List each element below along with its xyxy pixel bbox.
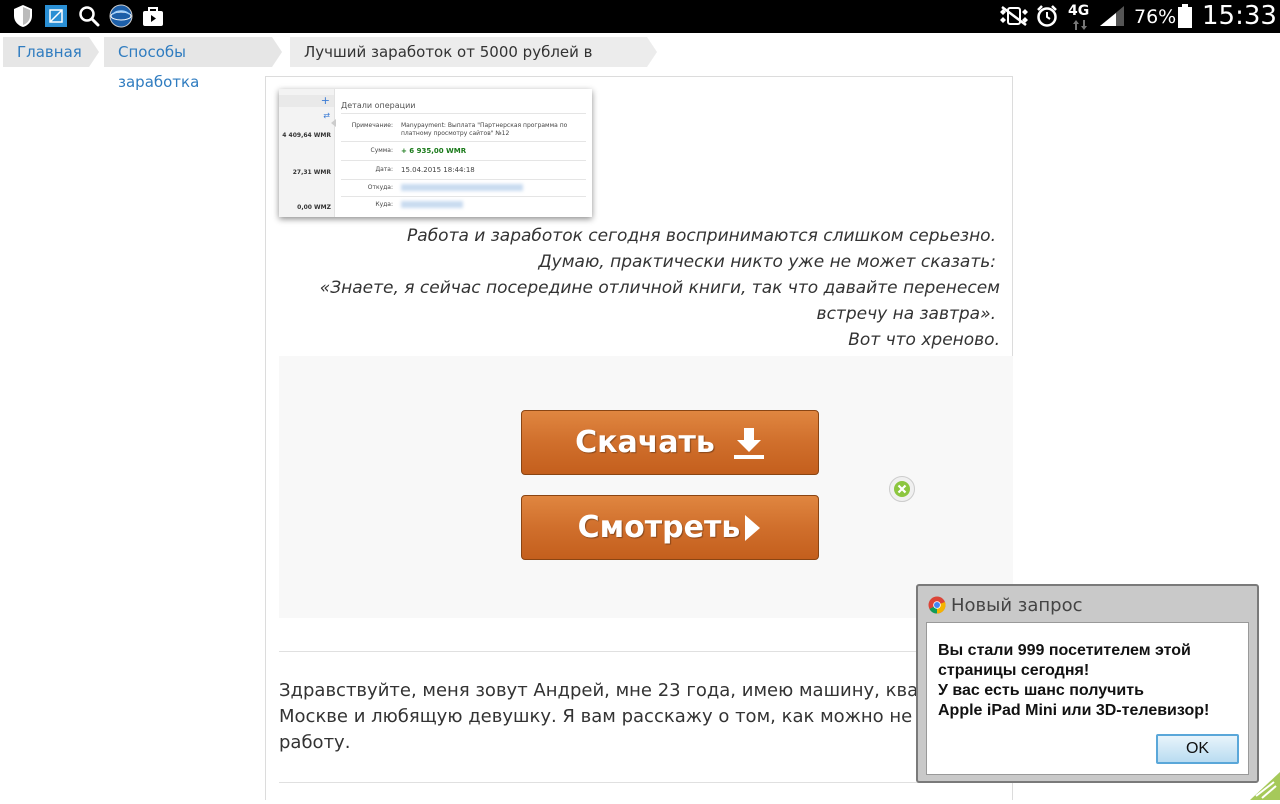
clock: 15:33 (1202, 1, 1277, 31)
balance-value: 4 409,64 WMR (282, 132, 331, 139)
row-label: Дата: (375, 166, 393, 173)
row-value: Manypayment: Выплата "Партнерская програ… (401, 122, 568, 137)
download-button-label: Скачать (575, 425, 715, 460)
row-label: Сумма: (370, 147, 394, 154)
popup-message-line: Вы стали 999 посетителем этой (938, 642, 1191, 659)
quote-line: Работа и заработок сегодня воспринимаютс… (407, 226, 996, 246)
breadcrumb-earning-methods[interactable]: Способы заработка (104, 37, 272, 91)
battery-percent: 76% (1134, 6, 1177, 28)
popup-message-line: страницы сегодня! (938, 662, 1090, 679)
breadcrumb-separator (647, 37, 657, 67)
quote-line: Думаю, практически никто уже не может ск… (538, 252, 996, 272)
blurred-wallet-from (401, 184, 523, 191)
popup-title: Новый запрос (951, 594, 1083, 616)
chrome-icon (928, 596, 946, 614)
amount-value: + 6 935,00 WMR (401, 147, 467, 155)
popup-message: Вы стали 999 посетителем этой страницы с… (938, 641, 1243, 721)
row-label: Примечание: (351, 122, 393, 129)
breadcrumb-separator (272, 37, 282, 67)
shield-icon (10, 4, 36, 28)
paragraph-line: Москве и любящую девушку. Я вам расскажу… (279, 706, 975, 727)
quote-line: встречу на завтра». (816, 304, 996, 324)
blurred-wallet-to (401, 201, 463, 208)
network-type-label: 4G (1068, 3, 1090, 19)
quote-line: Вот что хреново. (848, 330, 1000, 350)
popup-ok-button[interactable]: OK (1156, 734, 1239, 764)
play-icon (742, 513, 762, 543)
operation-title: Детали операции (341, 101, 416, 110)
vibrate-mute-icon (997, 4, 1031, 28)
alarm-icon (1034, 4, 1060, 28)
breadcrumb-separator (89, 37, 99, 67)
download-icon (733, 426, 765, 460)
date-value: 15.04.2015 18:44:18 (401, 166, 475, 174)
plus-icon: + (320, 94, 330, 107)
signal-strength-icon (1097, 4, 1127, 28)
quote-line: «Знаете, я сейчас посередине отличной кн… (319, 278, 1000, 298)
article-paragraph: Здравствуйте, меня зовут Андрей, мне 23 … (279, 678, 979, 756)
data-activity-icon (1070, 19, 1090, 31)
corner-app-icon (1250, 772, 1280, 800)
balance-value: 27,31 WMR (292, 169, 331, 176)
watch-button[interactable]: Смотреть (521, 495, 819, 560)
globe-app-icon (108, 4, 134, 28)
swap-icon: ⇄ (323, 111, 330, 120)
popup-body: Вы стали 999 посетителем этой страницы с… (926, 622, 1249, 775)
breadcrumb-current-page: Лучший заработок от 5000 рублей в неделю (290, 37, 647, 91)
close-ad-icon[interactable] (889, 476, 915, 502)
row-label: Откуда: (367, 184, 393, 191)
battery-icon (1176, 4, 1194, 28)
fake-prize-popup: Новый запрос Вы стали 999 посетителем эт… (916, 584, 1259, 783)
popup-message-line: Apple iPad Mini или 3D-телевизор! (938, 702, 1210, 719)
shopping-bag-icon (140, 4, 166, 28)
popup-message-line: У вас есть шанс получить (938, 682, 1144, 699)
paragraph-line: Здравствуйте, меня зовут Андрей, мне 23 … (279, 680, 974, 701)
row-label: Куда: (375, 201, 393, 208)
watch-button-label: Смотреть (577, 510, 741, 545)
balance-column: + ⇄ 4 409,64 WMR 27,31 WMR 0,00 WMZ (279, 89, 335, 217)
download-button[interactable]: Скачать (521, 410, 819, 475)
breadcrumb-home[interactable]: Главная (3, 37, 89, 67)
search-icon (76, 4, 102, 28)
popup-title-bar: Новый запрос (928, 594, 1083, 616)
status-bar: 4G 76% 15:33 (0, 0, 1280, 33)
divider (279, 782, 1013, 783)
app-notification-icon (43, 4, 69, 28)
balance-value: 0,00 WMZ (297, 204, 331, 211)
divider (279, 651, 1013, 652)
breadcrumb: Главная Способы заработка Лучший заработ… (0, 37, 1280, 91)
paragraph-line: работу. (279, 732, 351, 753)
operation-details-image: + ⇄ 4 409,64 WMR 27,31 WMR 0,00 WMZ Дета… (279, 89, 592, 217)
